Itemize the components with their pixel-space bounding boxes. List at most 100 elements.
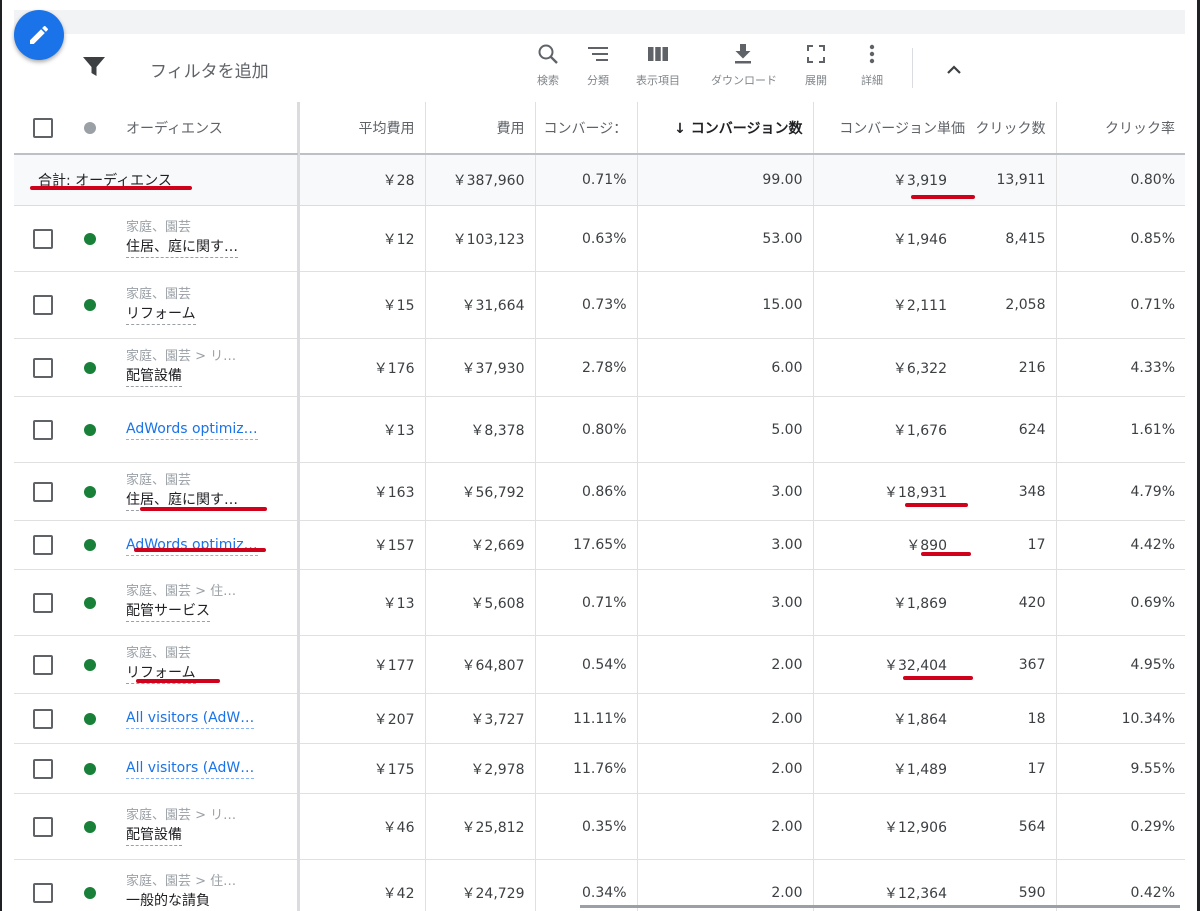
audience-cell: 家庭、園芸 > 住… 一般的な請負 bbox=[118, 859, 299, 911]
ctr-cell: 0.71% bbox=[1056, 271, 1185, 339]
total-avg-cost: ￥28 bbox=[298, 154, 426, 206]
cost-per-conv-header[interactable]: コンバージョン単価 bbox=[813, 102, 969, 155]
ctr-cell: 0.29% bbox=[1056, 793, 1185, 860]
audience-name[interactable]: 配管設備 bbox=[126, 825, 182, 846]
select-all-checkbox[interactable] bbox=[33, 117, 53, 138]
row-select-cell bbox=[14, 569, 72, 636]
annotation-underline bbox=[134, 548, 266, 552]
expand-tool-label: 展開 bbox=[805, 74, 827, 87]
clicks-cell: 348 bbox=[969, 462, 1057, 521]
audience-name[interactable]: 配管サービス bbox=[126, 601, 210, 622]
audience-name[interactable]: 住居、庭に関す… bbox=[126, 237, 238, 258]
conversions-cell: 6.00 bbox=[637, 338, 814, 397]
row-status-cell bbox=[72, 693, 118, 744]
clicks-cell: 564 bbox=[969, 793, 1057, 860]
more-tool-label: 詳細 bbox=[861, 74, 883, 87]
clicks-header[interactable]: クリック数 bbox=[969, 102, 1057, 155]
table-row[interactable]: AdWords optimiz… ￥157 ￥2,669 17.65% 3.00 ￥890… bbox=[14, 520, 1185, 570]
row-checkbox[interactable] bbox=[33, 654, 53, 675]
table-row[interactable]: 家庭、園芸 リフォーム ￥15 ￥31,664 0.73% 15.00 ￥2,111 2,05… bbox=[14, 271, 1185, 339]
cost-cell: ￥25,812 bbox=[425, 793, 536, 860]
conv-rate-cell: 0.86% bbox=[535, 462, 638, 521]
horizontal-scrollbar[interactable] bbox=[580, 905, 1180, 908]
download-tool-button[interactable]: ダウンロード bbox=[711, 42, 777, 88]
table-row[interactable]: 家庭、園芸 住居、庭に関す… ￥12 ￥103,123 0.63% 53.00 ￥1,946… bbox=[14, 205, 1185, 272]
audience-name[interactable]: 一般的な請負 bbox=[126, 891, 210, 911]
annotation-underline bbox=[921, 552, 971, 556]
avg-cost-cell: ￥175 bbox=[298, 743, 426, 794]
audience-cell: 家庭、園芸 リフォーム bbox=[118, 271, 299, 339]
row-select-cell bbox=[14, 462, 72, 521]
ctr-cell: 0.42% bbox=[1056, 859, 1185, 911]
chevron-up-icon[interactable] bbox=[942, 58, 966, 82]
conversions-cell: 2.00 bbox=[637, 635, 814, 694]
audience-name[interactable]: リフォーム bbox=[126, 304, 196, 325]
conv-rate-cell: 2.78% bbox=[535, 338, 638, 397]
audience-cell: AdWords optimiz… bbox=[118, 520, 299, 570]
row-checkbox[interactable] bbox=[33, 481, 53, 502]
row-checkbox[interactable] bbox=[33, 535, 53, 555]
pencil-icon bbox=[30, 25, 49, 44]
row-checkbox[interactable] bbox=[33, 228, 53, 249]
row-checkbox[interactable] bbox=[33, 592, 53, 613]
table-row[interactable]: 家庭、園芸 リフォーム ￥177 ￥64,807 0.54% 2.00 ￥32,404 367… bbox=[14, 635, 1185, 694]
table-row[interactable]: AdWords optimiz… ￥13 ￥8,378 0.80% 5.00 ￥1,676… bbox=[14, 396, 1185, 463]
row-checkbox[interactable] bbox=[33, 758, 53, 779]
audience-name[interactable]: 配管設備 bbox=[126, 366, 182, 387]
conversions-cell: 5.00 bbox=[637, 396, 814, 463]
annotation-underline bbox=[903, 676, 973, 680]
row-status-cell bbox=[72, 569, 118, 636]
conv-rate-cell: 11.76% bbox=[535, 743, 638, 794]
row-checkbox[interactable] bbox=[33, 882, 53, 903]
row-checkbox[interactable] bbox=[33, 708, 53, 729]
cost-header[interactable]: 費用 bbox=[425, 102, 536, 155]
table-row[interactable]: 家庭、園芸 > 住… 配管サービス ￥13 ￥5,608 0.71% 3.00 ￥1,869… bbox=[14, 569, 1185, 636]
top-strip bbox=[2, 0, 1197, 10]
row-checkbox[interactable] bbox=[33, 295, 53, 315]
status-enabled-dot bbox=[84, 712, 96, 725]
audience-name-link[interactable]: All visitors (AdW… bbox=[126, 758, 255, 779]
more-icon bbox=[869, 44, 875, 64]
ctr-cell: 0.69% bbox=[1056, 569, 1185, 636]
cost-per-conv-cell: ￥12,364 bbox=[813, 859, 969, 911]
annotation-underline bbox=[140, 507, 267, 511]
columns-tool-button[interactable]: 表示項目 bbox=[626, 42, 690, 88]
filter-icon[interactable] bbox=[82, 56, 106, 78]
avg-cost-header[interactable]: 平均費用 bbox=[298, 102, 426, 155]
table-row[interactable]: 家庭、園芸 住居、庭に関す… ￥163 ￥56,792 0.86% 3.00 ￥18,931… bbox=[14, 462, 1185, 521]
conversions-header[interactable]: ↓ コンバージョン数 bbox=[637, 102, 814, 155]
cost-per-conv-cell: ￥1,676 bbox=[813, 396, 969, 463]
audience-name-link[interactable]: AdWords optimiz… bbox=[126, 419, 258, 440]
table-row[interactable]: 家庭、園芸 > 住… 一般的な請負 ￥42 ￥24,729 0.34% 2.00 ￥12,3… bbox=[14, 859, 1185, 911]
conv-rate-cell: 0.34% bbox=[535, 859, 638, 911]
add-filter-input[interactable]: フィルタを追加 bbox=[150, 57, 269, 82]
table-row[interactable]: 家庭、園芸 > リ… 配管設備 ￥176 ￥37,930 2.78% 6.00 ￥6,322… bbox=[14, 338, 1185, 397]
cost-per-conv-cell: ￥32,404 bbox=[813, 635, 969, 694]
conv-rate-cell: 0.73% bbox=[535, 271, 638, 339]
audience-header[interactable]: オーディエンス bbox=[118, 102, 299, 155]
row-checkbox[interactable] bbox=[33, 816, 53, 837]
audience-name-link[interactable]: All visitors (AdW… bbox=[126, 708, 255, 729]
table-row[interactable]: 家庭、園芸 > リ… 配管設備 ￥46 ￥25,812 0.35% 2.00 ￥12,906… bbox=[14, 793, 1185, 860]
row-checkbox[interactable] bbox=[33, 357, 53, 378]
ctr-cell: 4.95% bbox=[1056, 635, 1185, 694]
edit-fab-button[interactable] bbox=[14, 10, 64, 60]
more-tool-button[interactable]: 詳細 bbox=[840, 42, 904, 88]
segment-tool-button[interactable]: 分類 bbox=[566, 42, 630, 88]
row-status-cell bbox=[72, 859, 118, 911]
ctr-cell: 4.79% bbox=[1056, 462, 1185, 521]
avg-cost-cell: ￥176 bbox=[298, 338, 426, 397]
total-ctr: 0.80% bbox=[1056, 154, 1185, 206]
expand-tool-button[interactable]: 展開 bbox=[784, 42, 848, 88]
audience-name-link[interactable]: AdWords optimiz… bbox=[126, 535, 258, 556]
row-select-cell bbox=[14, 859, 72, 911]
avg-cost-cell: ￥13 bbox=[298, 569, 426, 636]
table-row[interactable]: All visitors (AdW… ￥207 ￥3,727 11.11% 2.00 ￥1… bbox=[14, 693, 1185, 744]
row-status-cell bbox=[72, 205, 118, 272]
conv-rate-header[interactable]: コンバージ： bbox=[535, 102, 638, 155]
row-checkbox[interactable] bbox=[33, 419, 53, 440]
ctr-header[interactable]: クリック率 bbox=[1056, 102, 1185, 155]
status-enabled-dot bbox=[84, 423, 96, 436]
table-row[interactable]: All visitors (AdW… ￥175 ￥2,978 11.76% 2.00 ￥1… bbox=[14, 743, 1185, 794]
clicks-cell: 17 bbox=[969, 743, 1057, 794]
